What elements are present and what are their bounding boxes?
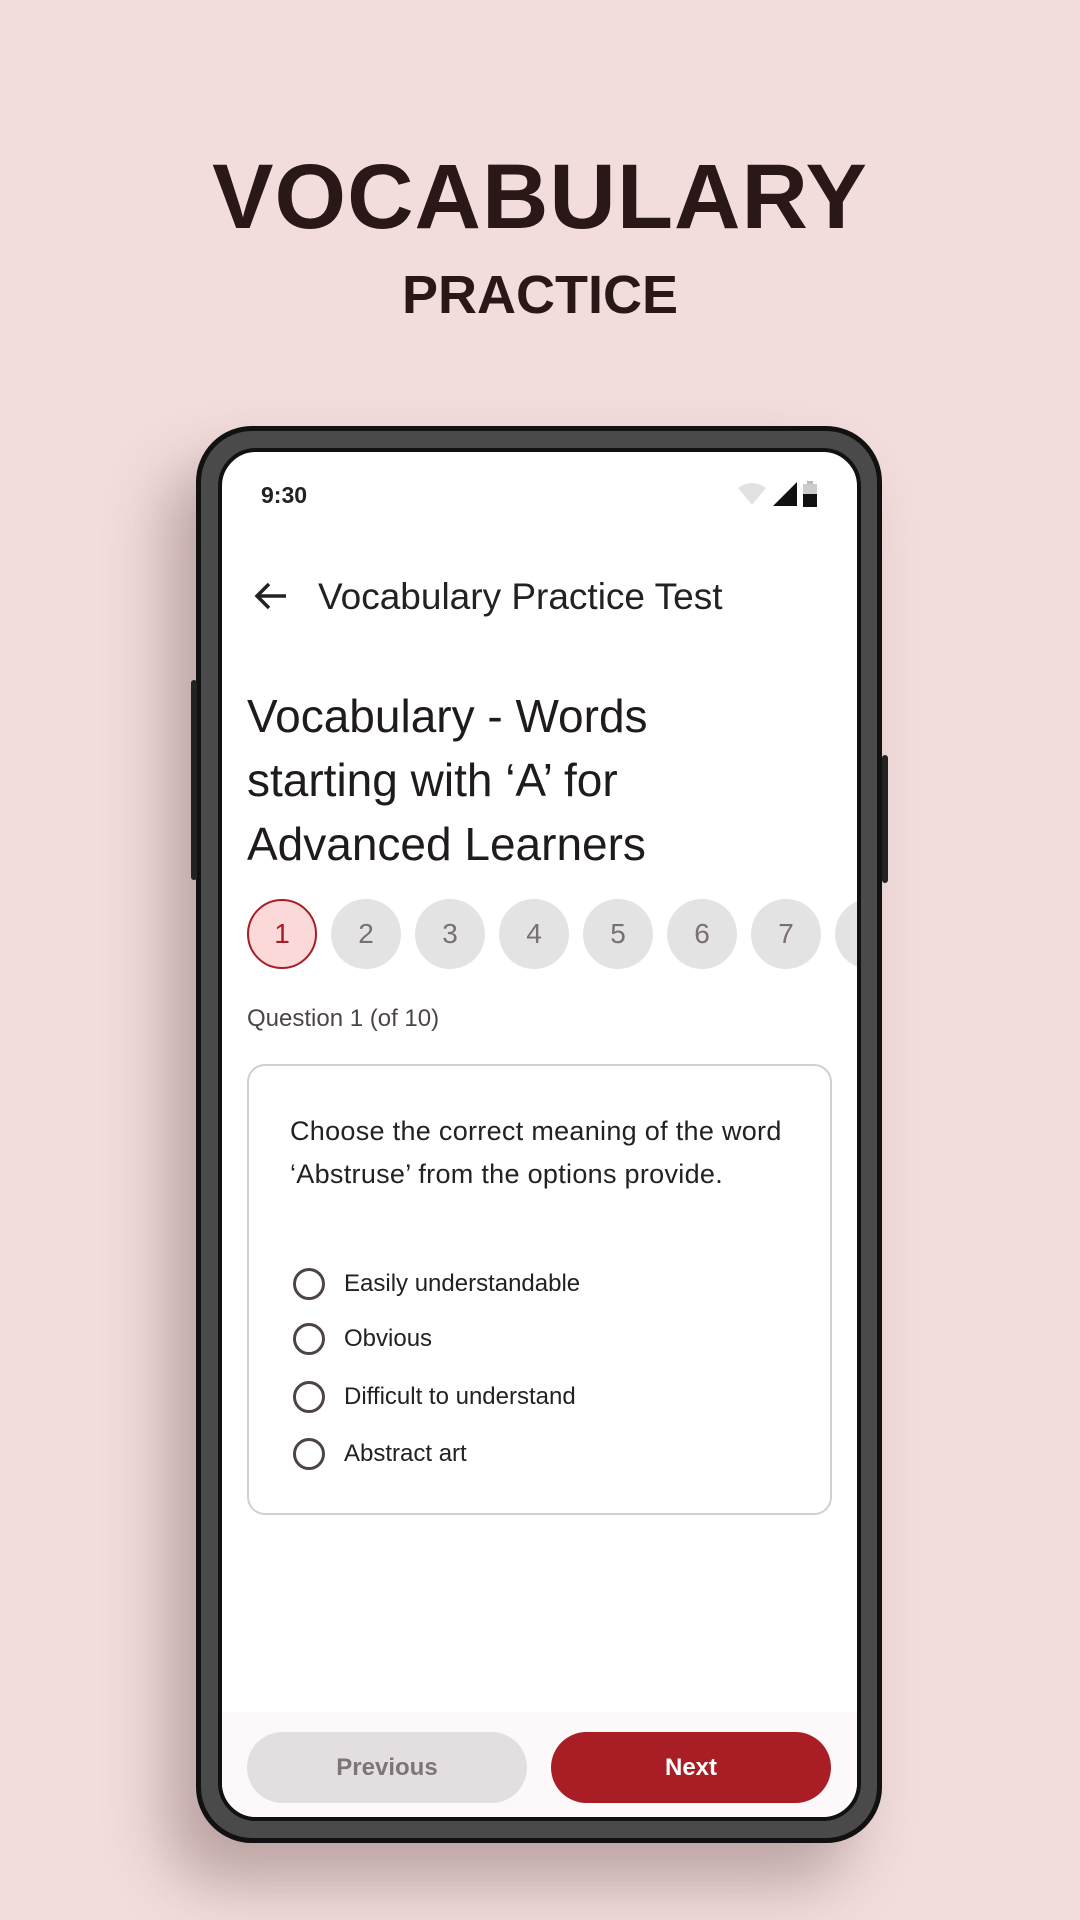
hero-subtitle: PRACTICE [401, 265, 678, 325]
hero-title: VOCABULARY [212, 146, 868, 248]
question-card: Choose the correct meaning of the word ‘… [247, 1064, 832, 1515]
option-2[interactable]: Obvious [293, 1323, 432, 1355]
radio-button[interactable] [293, 1323, 325, 1355]
quiz-heading: Vocabulary - Words starting with ‘A’ for… [247, 690, 648, 870]
question-count: Question 1 (of 10) [247, 1005, 440, 1032]
question-text: Choose the correct meaning of the word ‘… [290, 1116, 782, 1189]
status-time: 9:30 [261, 482, 308, 508]
previous-button[interactable]: Previous [247, 1732, 527, 1803]
battery-icon [803, 481, 817, 507]
status-icons [737, 481, 817, 507]
radio-button[interactable] [293, 1381, 325, 1413]
option-1[interactable]: Easily understandable [293, 1268, 580, 1300]
phone-screen: 9:30 Vocabulary Practice Test Vocabulary… [218, 448, 861, 1821]
option-label: Abstract art [344, 1440, 467, 1467]
step-2[interactable]: 2 [331, 899, 401, 969]
radio-button[interactable] [293, 1268, 325, 1300]
step-3[interactable]: 3 [415, 899, 485, 969]
phone-power-button [882, 755, 888, 883]
question-stepper: 1 2 3 4 5 6 7 8 [247, 899, 857, 969]
option-label: Difficult to understand [344, 1383, 576, 1410]
step-6[interactable]: 6 [667, 899, 737, 969]
option-label: Obvious [344, 1325, 433, 1352]
step-5[interactable]: 5 [583, 899, 653, 969]
option-4[interactable]: Abstract art [293, 1438, 467, 1470]
step-1[interactable]: 1 [247, 899, 317, 969]
step-8[interactable]: 8 [835, 899, 857, 969]
option-label: Easily understandable [344, 1270, 581, 1297]
option-3[interactable]: Difficult to understand [293, 1381, 576, 1413]
app-bar-title: Vocabulary Practice Test [318, 576, 723, 617]
back-arrow-icon[interactable] [254, 578, 288, 621]
wifi-icon [738, 483, 766, 505]
step-4[interactable]: 4 [499, 899, 569, 969]
next-button[interactable]: Next [551, 1732, 831, 1803]
radio-button[interactable] [293, 1438, 325, 1470]
signal-icon [773, 482, 797, 506]
step-7[interactable]: 7 [751, 899, 821, 969]
phone-side-button [191, 680, 197, 880]
